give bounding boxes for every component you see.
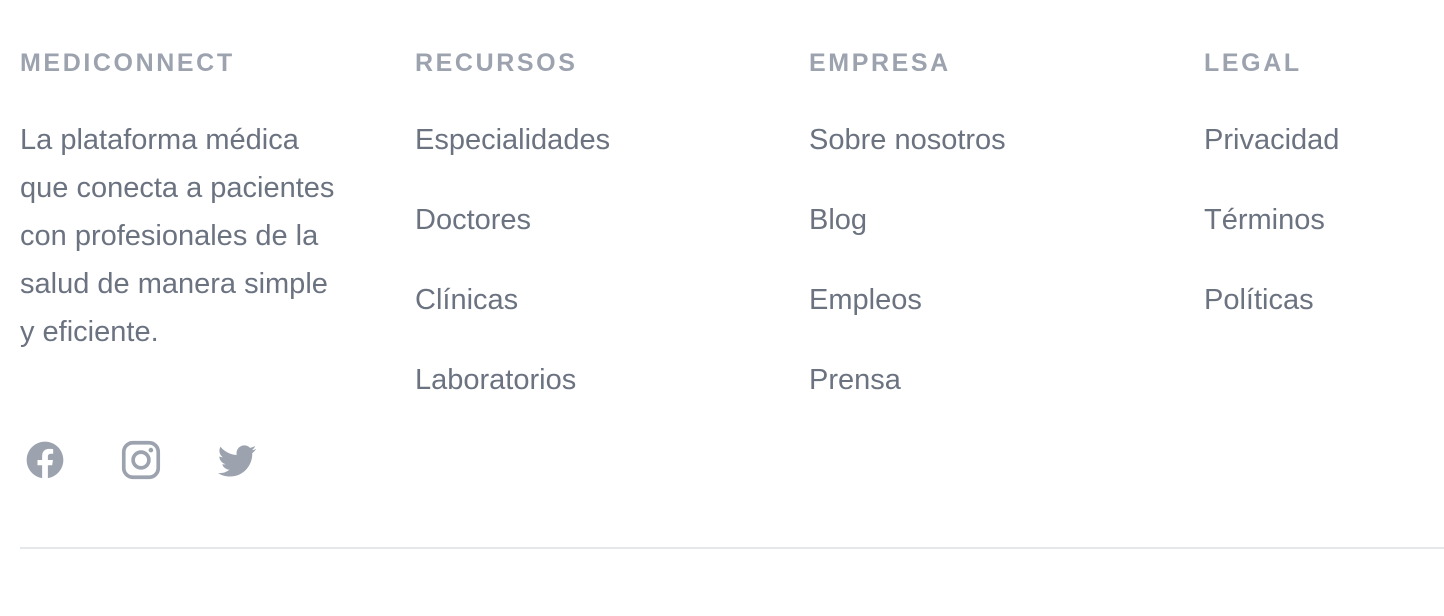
footer-brand-column: MEDICONNECT La plataforma médica que con… [20, 48, 350, 480]
instagram-link[interactable]: Instagram [119, 438, 163, 482]
footer-divider [20, 547, 1444, 549]
facebook-link[interactable]: Facebook [23, 438, 67, 482]
list-item: Clínicas [415, 276, 775, 356]
twitter-link[interactable]: Twitter [215, 438, 259, 482]
list-item: Blog [809, 196, 1169, 276]
list-item: Políticas [1204, 276, 1444, 356]
list-item: Especialidades [415, 116, 775, 196]
list-item: Prensa [809, 356, 1169, 436]
recursos-heading: RECURSOS [415, 49, 578, 77]
twitter-icon [215, 438, 259, 482]
link-prensa[interactable]: Prensa [809, 364, 901, 396]
recursos-links: Especialidades Doctores Clínicas Laborat… [415, 116, 775, 436]
link-privacidad[interactable]: Privacidad [1204, 124, 1339, 156]
brand-description: La plataforma médica que conecta a pacie… [20, 124, 335, 348]
list-item: Laboratorios [415, 356, 775, 436]
link-terminos[interactable]: Términos [1204, 204, 1325, 236]
empresa-heading: EMPRESA [809, 49, 951, 77]
link-empleos[interactable]: Empleos [809, 284, 922, 316]
legal-links: Privacidad Términos Políticas [1204, 116, 1444, 356]
facebook-icon [23, 438, 67, 482]
site-footer: MEDICONNECT La plataforma médica que con… [20, 0, 1444, 616]
list-item: Doctores [415, 196, 775, 276]
footer-empresa-column: EMPRESA Sobre nosotros Blog Empleos Pren… [809, 48, 1169, 396]
link-sobre-nosotros[interactable]: Sobre nosotros [809, 124, 1006, 156]
list-item: Términos [1204, 196, 1444, 276]
list-item: Empleos [809, 276, 1169, 356]
link-politicas[interactable]: Políticas [1204, 284, 1314, 316]
link-laboratorios[interactable]: Laboratorios [415, 364, 576, 396]
list-item: Privacidad [1204, 116, 1444, 196]
footer-recursos-column: RECURSOS Especialidades Doctores Clínica… [415, 48, 775, 396]
link-doctores[interactable]: Doctores [415, 204, 531, 236]
link-blog[interactable]: Blog [809, 204, 867, 236]
brand-heading: MEDICONNECT [20, 49, 235, 77]
list-item: Sobre nosotros [809, 116, 1169, 196]
empresa-links: Sobre nosotros Blog Empleos Prensa [809, 116, 1169, 436]
link-especialidades[interactable]: Especialidades [415, 124, 610, 156]
link-clinicas[interactable]: Clínicas [415, 284, 518, 316]
footer-legal-column: LEGAL Privacidad Términos Políticas [1204, 48, 1444, 316]
legal-heading: LEGAL [1204, 49, 1302, 77]
instagram-icon [119, 438, 163, 482]
